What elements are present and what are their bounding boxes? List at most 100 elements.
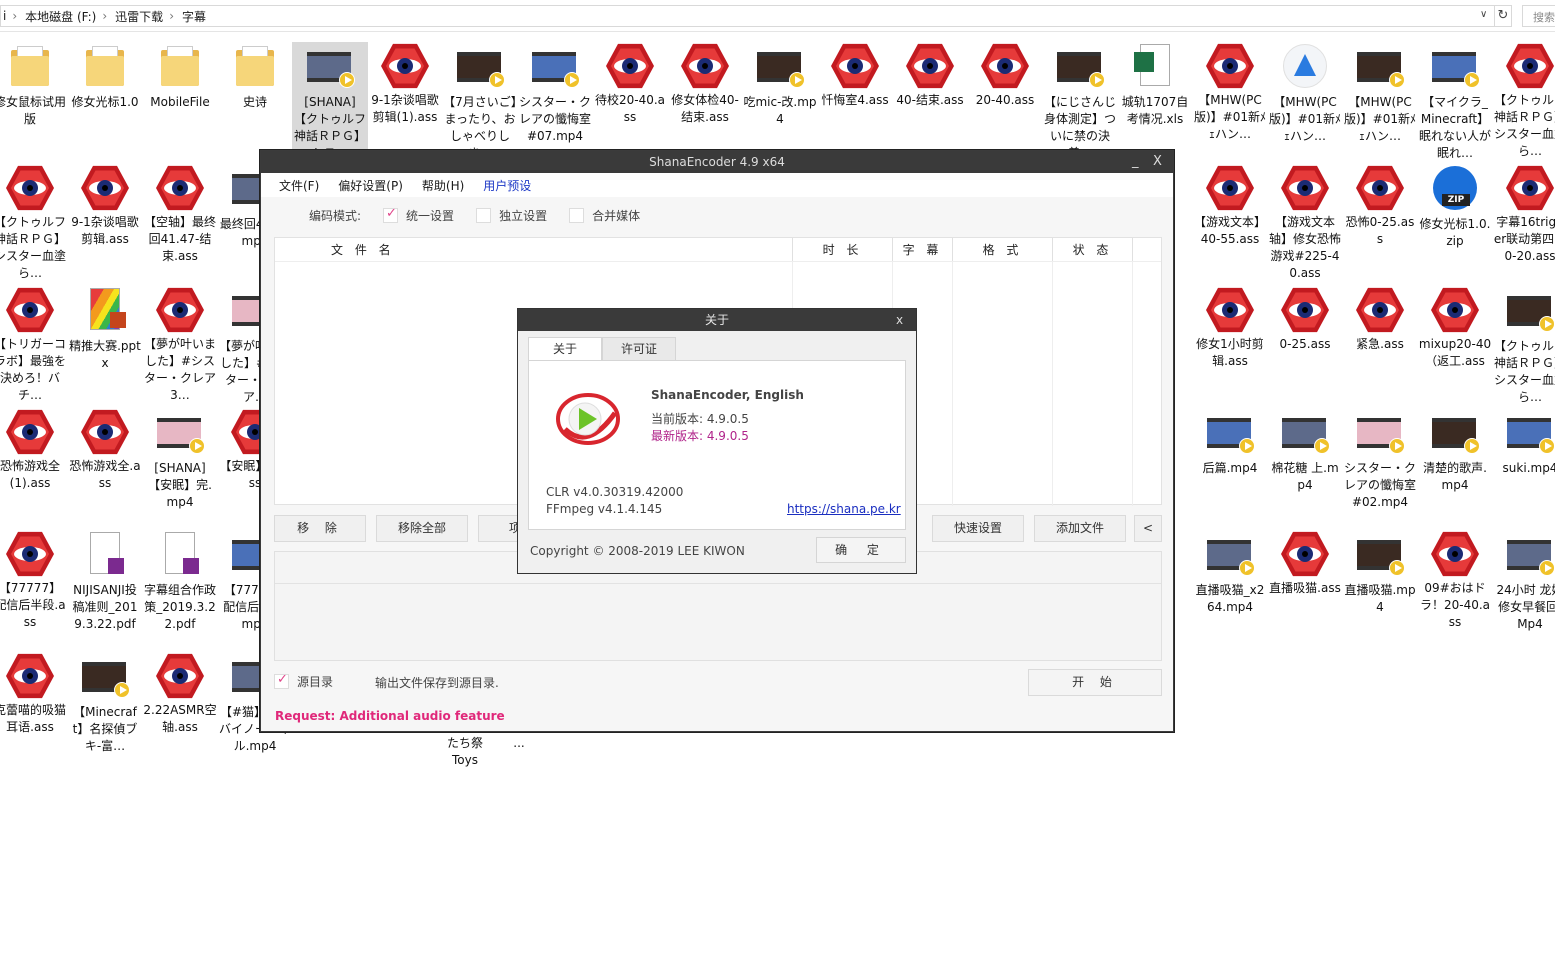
start-button[interactable]: 开 始 xyxy=(1028,669,1162,696)
mode-unified[interactable]: 统一设置 xyxy=(383,206,454,224)
checkbox-icon[interactable] xyxy=(383,206,399,223)
file-item[interactable]: 修女1小时剪辑.ass xyxy=(1192,286,1268,402)
minimize-button[interactable]: _ xyxy=(1132,151,1139,173)
file-item[interactable]: 紧急.ass xyxy=(1342,286,1418,402)
col-format[interactable]: 格 式 xyxy=(953,238,1053,261)
file-item[interactable]: 修女光标1.0 xyxy=(67,42,143,158)
file-item[interactable]: 修女体检40-结束.ass xyxy=(667,42,743,158)
add-file-button[interactable]: 添加文件 xyxy=(1034,515,1126,542)
file-item[interactable]: 恐怖游戏全.ass xyxy=(67,408,143,524)
checkbox-icon[interactable] xyxy=(476,208,492,223)
file-item[interactable]: 9-1杂谈唱歌剪辑.ass xyxy=(67,164,143,280)
file-item[interactable]: NIJISANJI投稿准则_2019.3.22.pdf xyxy=(67,530,143,646)
menu-preferences[interactable]: 偏好设置(P) xyxy=(338,177,403,194)
file-item[interactable]: MobileFile xyxy=(142,42,218,158)
about-titlebar[interactable]: 关于 x xyxy=(518,309,916,331)
quick-settings-button[interactable]: 快速设置 xyxy=(932,515,1024,542)
file-item[interactable]: 后篇.mp4 xyxy=(1192,408,1268,524)
search-input[interactable]: 搜索 xyxy=(1522,5,1555,27)
file-item[interactable]: 09#おはドラ！20-40.ass xyxy=(1417,530,1493,646)
file-item[interactable]: 【77777】配信后半段.ass xyxy=(0,530,68,646)
ok-button[interactable]: 确 定 xyxy=(816,537,906,563)
file-item[interactable]: 2.22ASMR空轴.ass xyxy=(142,652,218,768)
file-item[interactable]: mixup20-40（返工.ass xyxy=(1417,286,1493,402)
item-button[interactable]: 项 xyxy=(478,515,521,542)
breadcrumb-item-subtitles[interactable]: 字幕 xyxy=(182,8,206,25)
file-item[interactable]: 24小时 龙妈修女早餐回.Mp4 xyxy=(1492,530,1555,646)
breadcrumb[interactable]: i › 本地磁盘 (F:) › 迅雷下载 › 字幕 xyxy=(0,5,1495,27)
homepage-link[interactable]: https://shana.pe.kr xyxy=(787,502,901,516)
file-item[interactable]: 字幕组合作政策_2019.3.22.pdf xyxy=(142,530,218,646)
file-item[interactable]: 清楚的歌声.mp4 xyxy=(1417,408,1493,524)
file-item[interactable]: 0-25.ass xyxy=(1267,286,1343,402)
file-item[interactable]: 直播吸猫.ass xyxy=(1267,530,1343,646)
file-item[interactable]: [SHANA]【安眠】完.mp4 xyxy=(142,408,218,524)
refresh-icon[interactable]: ↻ xyxy=(1494,5,1512,27)
file-item[interactable]: 【7月さいご】まったり、おしゃべりしま… xyxy=(442,42,518,160)
col-subtitle[interactable]: 字 幕 xyxy=(893,238,953,261)
file-item[interactable]: 9-1杂谈唱歌剪辑(1).ass xyxy=(367,42,443,158)
file-item[interactable]: 【マイクラ_Minecraft】眠れない人が眠れ… xyxy=(1417,42,1493,160)
menu-user-presets[interactable]: 用户预设 xyxy=(483,177,531,194)
file-item[interactable]: 40-结束.ass xyxy=(892,42,968,158)
file-label-partial[interactable]: たち祭Toys xyxy=(440,735,490,769)
file-item[interactable]: 字幕16trigger联动第四回0-20.ass xyxy=(1492,164,1555,280)
col-status[interactable]: 状 态 xyxy=(1053,238,1133,261)
menu-help[interactable]: 帮助(H) xyxy=(422,177,464,194)
file-item[interactable]: 【Minecraft】名探偵ブキ-富… xyxy=(67,652,143,768)
collapse-button[interactable]: < xyxy=(1134,515,1162,542)
file-item[interactable]: 【トリガーコラボ】最強を決めろ！バチ… xyxy=(0,286,68,402)
file-item[interactable]: 【空轴】最终回41.47-结束.ass xyxy=(142,164,218,280)
file-item[interactable]: 【游戏文本轴】修女恐怖游戏#225-40.ass xyxy=(1267,164,1343,280)
file-item[interactable]: 城轨1707自考情况.xls xyxy=(1117,42,1193,158)
file-item[interactable]: 待校20-40.ass xyxy=(592,42,668,158)
breadcrumb-item-download[interactable]: 迅雷下载 xyxy=(115,8,163,25)
file-label-partial[interactable]: ... xyxy=(494,735,544,752)
file-item[interactable]: ZIP 修女光标1.0.zip xyxy=(1417,164,1493,280)
file-item[interactable]: 克蕾喵的吸猫耳语.ass xyxy=(0,652,68,768)
checkbox-icon[interactable] xyxy=(274,672,289,689)
mode-merge[interactable]: 合并媒体 xyxy=(569,207,640,224)
file-item[interactable]: 【クトゥルフ神話ＲＰＧ】シスター血塗ら… xyxy=(1492,286,1555,404)
file-item[interactable]: 【夢が叶いました】#シスター・クレア3… xyxy=(142,286,218,402)
file-item[interactable]: 直播吸猫.mp4 xyxy=(1342,530,1418,646)
col-filename[interactable]: 文 件 名 xyxy=(275,238,793,261)
breadcrumb-item-drive[interactable]: 本地磁盘 (F:) xyxy=(25,8,96,25)
file-item[interactable]: suki.mp4 xyxy=(1492,408,1555,524)
file-item[interactable]: 【MHW(PC版)】#01新ﾒｪハン… xyxy=(1267,42,1343,158)
file-item[interactable]: 【MHW(PC版)】#01新ﾒｪハン… xyxy=(1192,42,1268,158)
file-item[interactable]: シスター・クレアの懺悔室#07.mp4 xyxy=(517,42,593,158)
tab-license[interactable]: 许可证 xyxy=(602,337,676,360)
checkbox-icon[interactable] xyxy=(569,208,585,223)
tab-about[interactable]: 关于 xyxy=(528,337,602,360)
file-item[interactable]: 20-40.ass xyxy=(967,42,1043,158)
file-item[interactable]: [SHANA]【クトゥルフ神話ＲＰＧ】シス… xyxy=(292,42,368,160)
file-item[interactable]: 棉花糖 上.mp4 xyxy=(1267,408,1343,524)
remove-button[interactable]: 移 除 xyxy=(274,515,366,542)
file-item[interactable]: 【游戏文本】40-55.ass xyxy=(1192,164,1268,280)
close-button[interactable]: X xyxy=(1153,151,1162,173)
remove-all-button[interactable]: 移除全部 xyxy=(376,515,468,542)
source-dir-option[interactable]: 源目录 xyxy=(274,672,333,690)
file-item[interactable]: 吃mic-改.mp4 xyxy=(742,42,818,158)
file-item[interactable]: 【にじさんじ身体測定】ついに禁の決着… xyxy=(1042,42,1118,160)
file-item[interactable]: シスター・クレアの懺悔室#02.mp4 xyxy=(1342,408,1418,524)
file-item[interactable]: 恐怖游戏全(1).ass xyxy=(0,408,68,524)
file-item[interactable]: 修女鼠标试用版 xyxy=(0,42,68,158)
mode-individual[interactable]: 独立设置 xyxy=(476,207,547,224)
shana-titlebar[interactable]: ShanaEncoder 4.9 x64 _ X xyxy=(261,151,1173,173)
request-link[interactable]: Request: Additional audio feature xyxy=(275,709,505,723)
file-item[interactable]: 【MHW(PC版)】#01新ﾒｪハン… xyxy=(1342,42,1418,158)
file-item[interactable]: 直播吸猫_x264.mp4 xyxy=(1192,530,1268,646)
menu-file[interactable]: 文件(F) xyxy=(279,177,319,194)
file-item[interactable]: 史诗 xyxy=(217,42,293,158)
file-label: 字幕16trigger联动第四回0-20.ass xyxy=(1493,215,1555,263)
file-item[interactable]: 精推大赛.pptx xyxy=(67,286,143,402)
file-item[interactable]: 忏悔室4.ass xyxy=(817,42,893,158)
col-duration[interactable]: 时 长 xyxy=(793,238,893,261)
file-item[interactable]: 【クトゥルフ神話ＲＰＧ】シスター血塗ら… xyxy=(1492,42,1555,158)
file-item[interactable]: 恐怖0-25.ass xyxy=(1342,164,1418,280)
chevron-down-icon[interactable]: ∨ xyxy=(1480,9,1487,20)
file-item[interactable]: 【クトゥルフ神話ＲＰＧ】シスター血塗ら… xyxy=(0,164,68,280)
close-button[interactable]: x xyxy=(896,309,903,331)
